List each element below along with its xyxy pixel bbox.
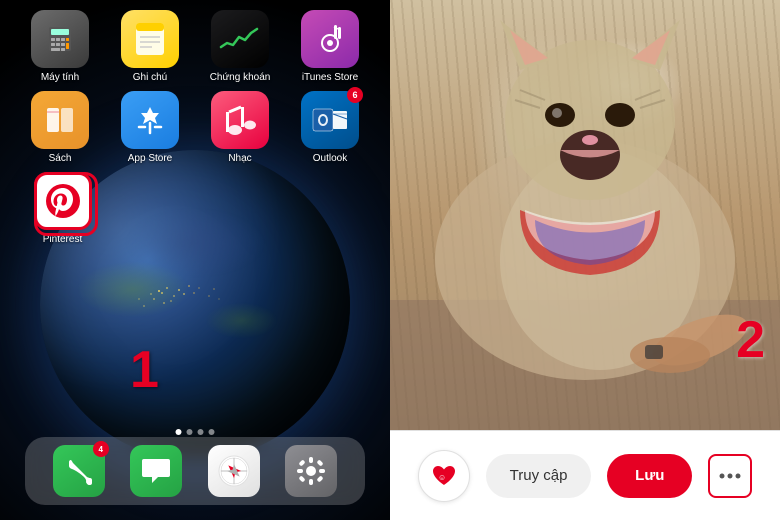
app-grid: Máy tính Ghi chú [0,10,390,253]
app-item-pinterest[interactable]: Pinterest [25,172,100,245]
calculator-label: Máy tính [41,72,79,83]
pinterest-icon[interactable] [34,172,92,230]
calculator-icon[interactable] [31,10,89,68]
dock-item-phone[interactable]: 4 [50,445,108,497]
app-item-notes[interactable]: Ghi chú [113,10,188,83]
stocks-icon[interactable] [211,10,269,68]
app-item-itunes[interactable]: iTunes Store [293,10,368,83]
app-item-outlook[interactable]: 6 Outlook [293,91,368,164]
settings-dock-icon[interactable] [285,445,337,497]
cat-photo: 2 [390,0,780,430]
more-dots-icon [719,473,741,479]
notes-svg [132,21,168,57]
outlook-badge: 6 [347,87,363,103]
itunes-icon[interactable] [301,10,359,68]
music-svg [223,102,257,138]
heart-icon: ☺ [431,464,457,488]
app-item-books[interactable]: Sách [23,91,98,164]
heart-button[interactable]: ☺ [418,450,470,502]
appstore-svg [131,101,169,139]
settings-svg [295,455,327,487]
music-icon[interactable] [211,91,269,149]
app-row-2: Sách App Store [15,91,375,164]
dot-4 [209,429,215,435]
outlook-icon[interactable]: 6 [301,91,359,149]
itunes-label: iTunes Store [302,72,358,83]
svg-text:☺: ☺ [438,473,446,482]
step-1-label: 1 [130,340,159,400]
dot-2 [187,429,193,435]
right-panel: 2 ☺ Truy cập Lưu [390,0,780,520]
dock-item-messages[interactable] [127,445,185,497]
books-label: Sách [49,153,72,164]
more-button[interactable] [708,454,752,498]
app-row-1: Máy tính Ghi chú [15,10,375,83]
app-item-music[interactable]: Nhạc [203,91,278,164]
dock: 4 [25,437,365,505]
outlook-label: Outlook [313,153,347,164]
dock-item-settings[interactable] [282,445,340,497]
cat-illustration [390,0,780,430]
safari-svg [217,454,251,488]
itunes-svg [312,21,348,57]
app-item-appstore[interactable]: App Store [113,91,188,164]
dock-item-safari[interactable] [205,445,263,497]
notes-label: Ghi chú [133,72,167,83]
phone-dock-icon[interactable]: 4 [53,445,105,497]
appstore-label: App Store [128,153,172,164]
dot-3 [198,429,204,435]
stocks-svg [219,25,261,53]
stocks-label: Chứng khoán [210,72,271,83]
books-svg [41,102,79,138]
calculator-svg [44,23,76,55]
phone-badge: 4 [93,441,109,457]
page-dots [176,429,215,435]
app-row-3: Pinterest [15,172,375,245]
left-panel: Máy tính Ghi chú [0,0,390,520]
phone-svg [64,456,94,486]
truy-cap-button[interactable]: Truy cập [486,454,592,498]
notes-icon[interactable] [121,10,179,68]
dot-1 [176,429,182,435]
action-bar: ☺ Truy cập Lưu [390,430,780,520]
step-2-label: 2 [736,310,765,370]
outlook-svg [311,103,349,137]
messages-dock-icon[interactable] [130,445,182,497]
app-item-calculator[interactable]: Máy tính [23,10,98,83]
safari-dock-icon[interactable] [208,445,260,497]
music-label: Nhạc [228,153,251,164]
luu-button[interactable]: Lưu [607,454,692,498]
app-item-stocks[interactable]: Chứng khoán [203,10,278,83]
books-icon[interactable] [31,91,89,149]
appstore-icon[interactable] [121,91,179,149]
messages-svg [140,455,172,487]
pinterest-highlight-border [34,172,98,236]
